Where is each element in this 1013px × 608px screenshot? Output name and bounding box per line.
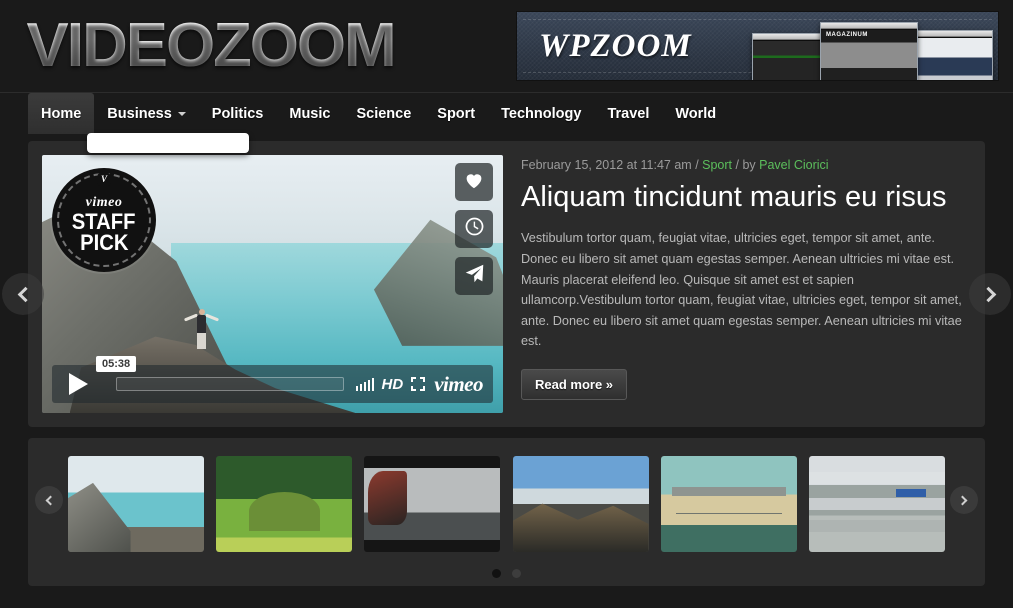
thumb-bridge[interactable]	[660, 456, 797, 552]
nav-label-business: Business	[107, 105, 172, 122]
nav-label-music: Music	[289, 105, 331, 122]
slider-prev-button[interactable]	[2, 273, 44, 315]
article-meta: February 15, 2012 at 11:47 am / Sport / …	[521, 158, 967, 172]
nav-item-science[interactable]: Science	[343, 93, 424, 134]
progress-scrubber[interactable]	[116, 377, 344, 391]
featured-video-player[interactable]: V vimeo STAFF PICK 05:38 HD vimeo	[42, 155, 503, 413]
nav-item-politics[interactable]: Politics	[199, 93, 277, 134]
share-button[interactable]	[455, 257, 493, 295]
thumb-mountain-valley[interactable]	[512, 456, 649, 552]
banner-ad[interactable]: WPZOOM MAGAZINUM	[516, 11, 999, 81]
chevron-left-icon	[45, 495, 56, 505]
heart-icon	[464, 171, 484, 194]
article-excerpt: Vestibulum tortor quam, feugiat vitae, u…	[521, 231, 962, 349]
clock-icon	[464, 216, 485, 242]
nav-label-world: World	[675, 105, 717, 122]
carousel-prev-button[interactable]	[35, 486, 63, 514]
site-logo[interactable]: VIDEOZOOM	[14, 15, 397, 77]
nav-item-technology[interactable]: Technology	[488, 93, 594, 134]
like-button[interactable]	[455, 163, 493, 201]
featured-article: February 15, 2012 at 11:47 am / Sport / …	[517, 155, 971, 413]
nav-label-science: Science	[356, 105, 412, 122]
nav-item-music[interactable]: Music	[276, 93, 343, 134]
thumb-harbor-ship[interactable]	[364, 456, 501, 552]
read-more-button[interactable]: Read more »	[521, 368, 628, 400]
nav-label-travel: Travel	[607, 105, 650, 122]
nav-dropdown-item[interactable]	[87, 133, 249, 141]
nav-dropdown-business[interactable]	[87, 133, 249, 153]
badge-line-1: STAFF	[72, 209, 136, 234]
watch-later-button[interactable]	[455, 210, 493, 248]
meta-separator-2: / by	[732, 158, 760, 172]
vimeo-mark-icon: V	[97, 173, 111, 186]
paper-plane-icon	[464, 263, 485, 289]
video-duration: 05:38	[96, 356, 137, 372]
carousel-pagination	[28, 569, 985, 578]
thumb-fjord-hiker[interactable]	[68, 456, 204, 552]
vimeo-staff-pick-badge: V vimeo STAFF PICK	[52, 168, 156, 272]
video-hiker	[183, 305, 219, 351]
article-date: February 15, 2012 at 11:47 am	[521, 158, 692, 172]
hd-badge[interactable]: HD	[382, 376, 404, 393]
chevron-right-icon	[980, 286, 996, 302]
site-header: VIDEOZOOM WPZOOM MAGAZINUM	[0, 0, 1013, 92]
pagination-dot-2[interactable]	[512, 569, 521, 578]
featured-slider: V vimeo STAFF PICK 05:38 HD vimeo Februa…	[28, 141, 985, 427]
article-title[interactable]: Aliquam tincidunt mauris eu risus	[521, 181, 967, 214]
badge-line-2: PICK	[79, 230, 129, 255]
slider-next-button[interactable]	[969, 273, 1011, 315]
nav-label-sport: Sport	[437, 105, 476, 122]
video-action-buttons	[455, 163, 493, 295]
nav-list: Home Business Politics Music Science Spo…	[28, 93, 1013, 134]
banner-brand: WPZOOM	[539, 27, 692, 64]
nav-item-sport[interactable]: Sport	[424, 93, 488, 134]
pagination-dot-1[interactable]	[492, 569, 501, 578]
vimeo-logo[interactable]: vimeo	[434, 372, 483, 397]
banner-screenshot-2: MAGAZINUM	[820, 22, 918, 80]
chevron-left-icon	[17, 286, 33, 302]
nav-item-business[interactable]: Business	[94, 93, 198, 134]
thumb-highway-interchange[interactable]	[808, 456, 945, 552]
banner-screenshot-title: MAGAZINUM	[826, 32, 868, 38]
nav-label-technology: Technology	[501, 105, 582, 122]
volume-icon[interactable]	[355, 377, 374, 391]
chevron-down-icon	[177, 111, 186, 116]
video-control-bar: 05:38 HD vimeo	[52, 356, 493, 403]
nav-item-home[interactable]: Home	[28, 93, 95, 134]
article-author-link[interactable]: Pavel Ciorici	[759, 158, 828, 172]
thumbnail-carousel	[28, 438, 985, 586]
nav-label-home: Home	[41, 105, 82, 122]
banner-screenshots: MAGAZINUM	[748, 12, 998, 80]
carousel-next-button[interactable]	[950, 486, 978, 514]
thumb-green-hill[interactable]	[216, 456, 353, 552]
meta-separator-1: /	[691, 158, 703, 172]
nav-label-politics: Politics	[211, 105, 264, 122]
nav-item-world[interactable]: World	[662, 93, 729, 134]
article-category-link[interactable]: Sport	[702, 158, 732, 172]
fullscreen-icon[interactable]	[411, 377, 426, 391]
chevron-right-icon	[957, 495, 968, 505]
nav-item-travel[interactable]: Travel	[594, 93, 662, 134]
main-navigation: Home Business Politics Music Science Spo…	[0, 92, 1013, 153]
